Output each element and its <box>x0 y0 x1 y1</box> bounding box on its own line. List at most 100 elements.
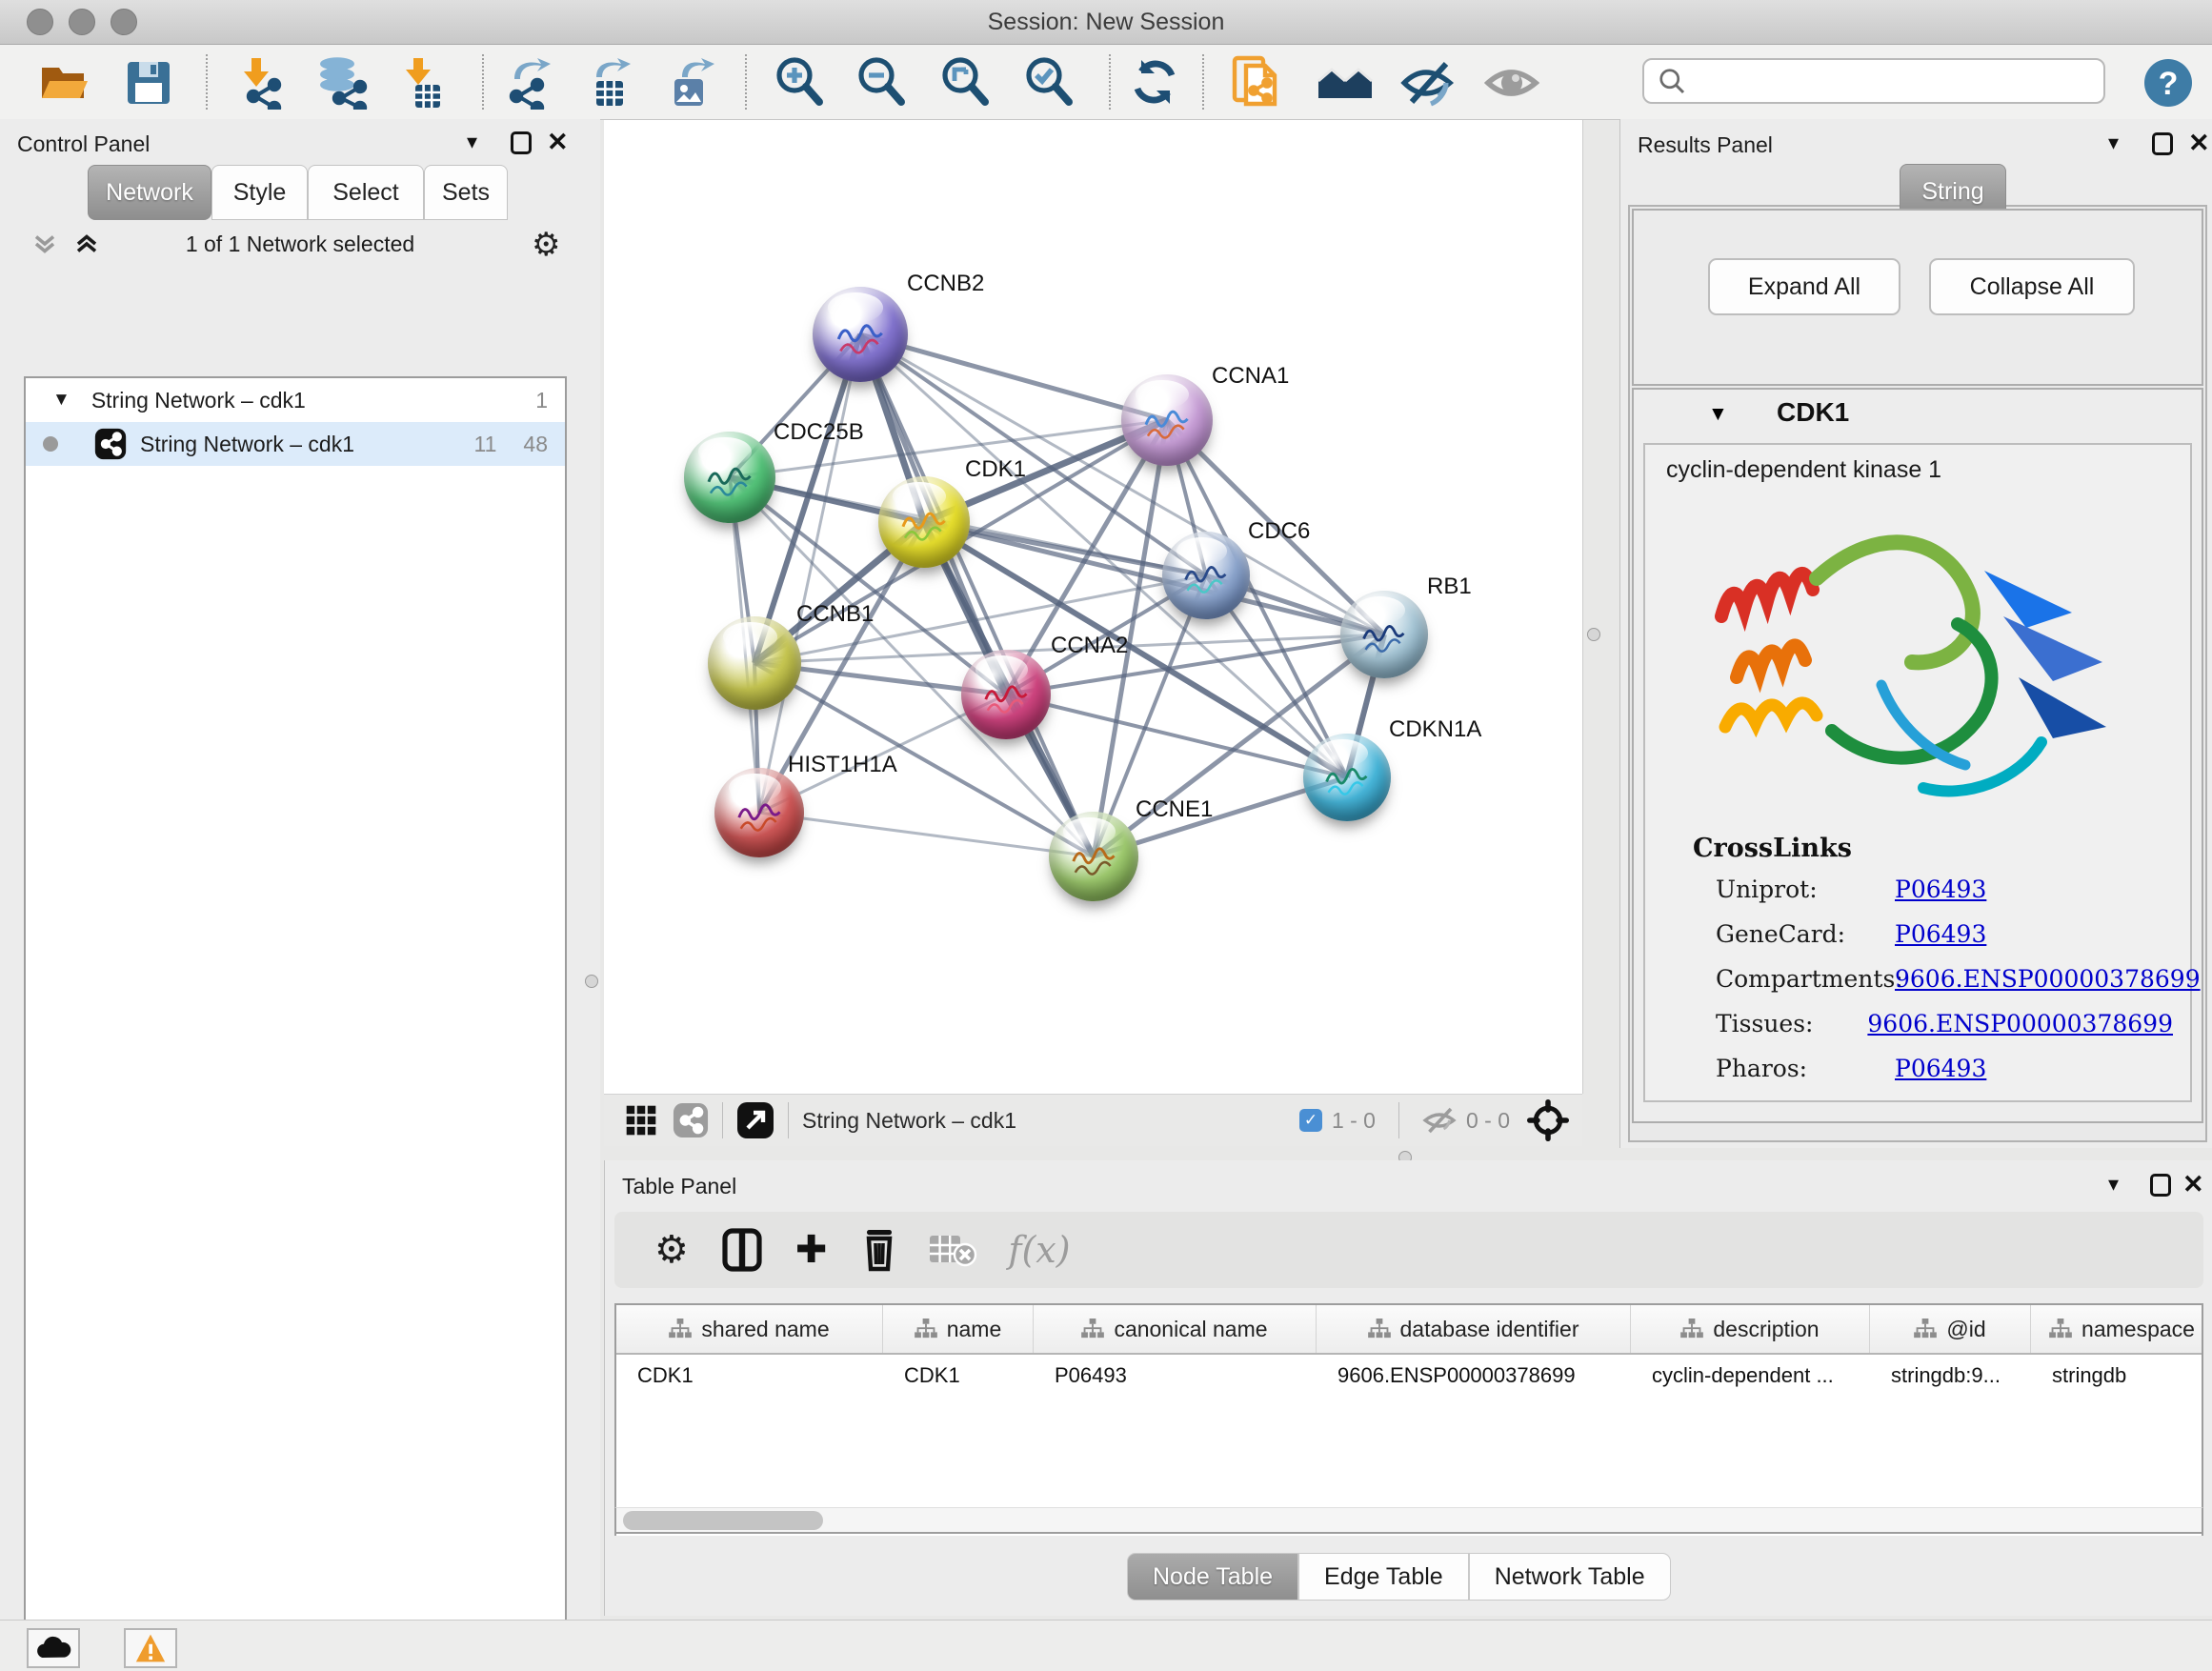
delete-column-icon[interactable] <box>859 1227 899 1273</box>
section-expander-icon[interactable]: ▼ <box>1708 403 1728 426</box>
function-builder-icon[interactable]: f(x) <box>1008 1229 1070 1271</box>
selected-checkbox-icon[interactable]: ✓ <box>1299 1109 1322 1132</box>
import-network-icon[interactable] <box>232 57 288 109</box>
network-node-cdc25b[interactable] <box>684 432 775 523</box>
tab-style[interactable]: Style <box>211 165 308 220</box>
table-settings-gear-icon[interactable]: ⚙ <box>654 1228 689 1272</box>
network-view-canvas[interactable]: CCNB2CCNA1CDC25BCDK1CDC6RB1CCNB1CCNA2CDK… <box>604 120 1583 1094</box>
table-cell[interactable]: stringdb <box>2031 1355 2203 1397</box>
table-cell[interactable]: stringdb:9... <box>1870 1355 2031 1397</box>
network-node-label: CCNB1 <box>796 601 874 628</box>
export-image-icon[interactable] <box>665 57 720 109</box>
undock-panel-icon[interactable] <box>2150 1174 2171 1197</box>
node-table: shared namenamecanonical namedatabase id… <box>614 1303 2203 1536</box>
refresh-icon[interactable] <box>1130 57 1183 109</box>
network-node-ccnb1[interactable] <box>708 616 801 710</box>
close-panel-icon[interactable]: ✕ <box>547 131 569 153</box>
network-node-cdc6[interactable] <box>1162 532 1250 619</box>
show-graphics-icon[interactable] <box>1484 57 1539 109</box>
table-cell[interactable]: CDK1 <box>883 1355 1034 1397</box>
crosslink-link[interactable]: P06493 <box>1895 1055 1986 1082</box>
import-network-database-icon[interactable] <box>312 57 370 109</box>
hide-panels-icon[interactable] <box>1317 57 1374 109</box>
export-network-icon[interactable] <box>503 57 558 109</box>
birdseye-crosshair-icon[interactable] <box>1527 1099 1569 1141</box>
toggle-graphics-details-icon[interactable] <box>1400 57 1456 109</box>
tab-select[interactable]: Select <box>308 165 424 220</box>
column-header-description[interactable]: description <box>1631 1305 1870 1353</box>
search-input[interactable] <box>1686 68 2071 94</box>
table-horizontal-scrollbar[interactable] <box>614 1507 2203 1534</box>
network-node-cdk1[interactable] <box>878 476 970 568</box>
expand-all-button[interactable]: Expand All <box>1708 258 1900 315</box>
cloud-status-button[interactable] <box>27 1628 80 1668</box>
open-session-icon[interactable] <box>38 57 91 109</box>
table-cell[interactable]: 9606.ENSP00000378699 <box>1317 1355 1631 1397</box>
network-node-ccne1[interactable] <box>1049 812 1138 901</box>
add-column-icon[interactable]: ✚ <box>795 1228 828 1272</box>
network-edge[interactable] <box>759 334 860 813</box>
network-node-ccna1[interactable] <box>1121 374 1213 466</box>
network-node-ccna2[interactable] <box>961 650 1051 739</box>
help-icon[interactable]: ? <box>2142 57 2195 109</box>
close-panel-icon[interactable]: ✕ <box>2182 1173 2204 1196</box>
network-share-view-icon[interactable] <box>673 1102 709 1138</box>
network-collection-row[interactable]: ▼ String Network – cdk1 1 <box>26 378 565 422</box>
network-node-rb1[interactable] <box>1340 591 1428 678</box>
tab-edge-table[interactable]: Edge Table <box>1298 1553 1469 1601</box>
detach-view-icon[interactable] <box>736 1101 774 1139</box>
scrollbar-thumb[interactable] <box>623 1511 823 1530</box>
float-panel-icon[interactable]: ▾ <box>2108 1172 2119 1197</box>
search-box[interactable] <box>1642 58 2105 104</box>
import-table-icon[interactable] <box>398 57 452 109</box>
save-session-icon[interactable] <box>124 57 173 109</box>
table-row[interactable]: CDK1CDK1P064939606.ENSP00000378699cyclin… <box>616 1355 2202 1398</box>
undock-panel-icon[interactable] <box>2152 132 2173 155</box>
tab-node-table[interactable]: Node Table <box>1127 1553 1298 1601</box>
vertical-splitter-handle[interactable] <box>1587 628 1600 641</box>
crosslink-link[interactable]: 9606.ENSP00000378699 <box>1895 965 2201 993</box>
string-import-icon[interactable] <box>1229 57 1282 109</box>
network-edge[interactable] <box>759 813 1094 856</box>
column-header-database-identifier[interactable]: database identifier <box>1317 1305 1631 1353</box>
table-cell[interactable]: CDK1 <box>616 1355 883 1397</box>
float-panel-icon[interactable]: ▾ <box>467 130 477 154</box>
collapse-all-button[interactable]: Collapse All <box>1929 258 2135 315</box>
network-node-ccnb2[interactable] <box>813 287 908 382</box>
delete-table-icon[interactable] <box>928 1230 977 1270</box>
export-table-icon[interactable] <box>583 57 638 109</box>
hidden-eye-slash-icon[interactable] <box>1422 1106 1457 1135</box>
column-header-namespace[interactable]: namespace <box>2031 1305 2203 1353</box>
crosslink-link[interactable]: 9606.ENSP00000378699 <box>1867 1010 2173 1037</box>
zoom-out-icon[interactable] <box>855 57 909 109</box>
network-view-name: String Network – cdk1 <box>802 1108 1016 1134</box>
crosslink-link[interactable]: P06493 <box>1895 876 1986 903</box>
close-panel-icon[interactable]: ✕ <box>2188 131 2210 154</box>
tab-network[interactable]: Network <box>88 165 211 220</box>
column-header-name[interactable]: name <box>883 1305 1034 1353</box>
network-node-label: CCNE1 <box>1136 796 1213 823</box>
zoom-selected-icon[interactable] <box>1023 57 1076 109</box>
float-panel-icon[interactable]: ▾ <box>2108 131 2119 155</box>
crosslink-link[interactable]: P06493 <box>1895 920 1986 948</box>
network-node-cdkn1a[interactable] <box>1303 734 1391 821</box>
collection-expander-icon[interactable]: ▼ <box>52 390 70 411</box>
column-header--id[interactable]: @id <box>1870 1305 2031 1353</box>
table-cell[interactable]: P06493 <box>1034 1355 1317 1397</box>
warnings-button[interactable] <box>124 1628 177 1668</box>
show-columns-icon[interactable] <box>721 1227 763 1273</box>
tab-sets[interactable]: Sets <box>424 165 508 220</box>
column-header-canonical-name[interactable]: canonical name <box>1034 1305 1317 1353</box>
tab-network-table[interactable]: Network Table <box>1469 1553 1671 1601</box>
network-options-gear-icon[interactable]: ⚙ <box>532 226 560 264</box>
column-header-shared-name[interactable]: shared name <box>616 1305 883 1353</box>
grid-view-icon[interactable] <box>625 1104 657 1137</box>
table-cell[interactable]: cyclin-dependent ... <box>1631 1355 1870 1397</box>
crosslink-row: Uniprot:P06493 <box>1716 876 2173 903</box>
zoom-in-icon[interactable] <box>774 57 827 109</box>
network-node-hist1h1a[interactable] <box>714 768 804 857</box>
panel-splitter-handle[interactable] <box>585 975 598 988</box>
network-row-selected[interactable]: String Network – cdk1 11 48 <box>26 422 565 466</box>
zoom-fit-icon[interactable] <box>939 57 993 109</box>
undock-panel-icon[interactable] <box>511 131 532 154</box>
